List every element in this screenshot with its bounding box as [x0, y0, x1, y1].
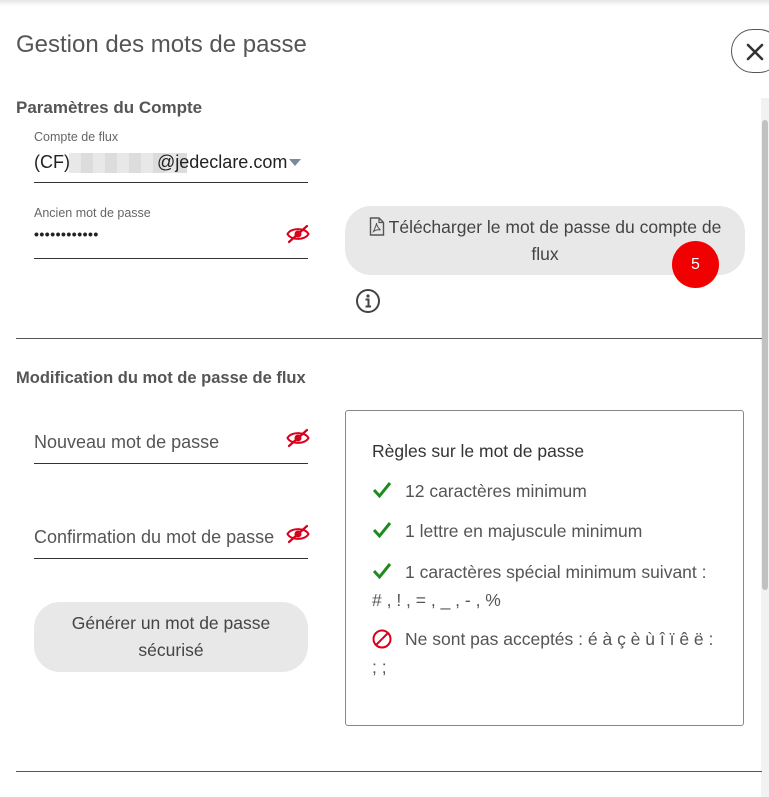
section-divider-bottom — [16, 771, 762, 772]
rule-text: Ne sont pas acceptés : é à ç è ù î ï ê ë… — [405, 629, 714, 649]
rule-text-continued: ; ; — [372, 657, 387, 677]
new-password-input[interactable] — [34, 428, 284, 456]
account-section-title: Paramètres du Compte — [16, 98, 203, 117]
scrollbar-thumb[interactable] — [762, 120, 768, 590]
rule-text-continued: # , ! , = , _ , - , % — [372, 590, 501, 610]
eye-slash-icon[interactable] — [286, 428, 310, 448]
old-password-label: Ancien mot de passe — [34, 206, 151, 220]
generate-password-button[interactable]: Générer un mot de passe sécurisé — [34, 602, 308, 672]
step-badge: 5 — [672, 241, 719, 288]
account-underline — [34, 182, 308, 183]
dialog-title: Gestion des mots de passe — [16, 31, 307, 58]
section-divider — [16, 338, 762, 339]
pdf-file-icon — [369, 216, 384, 236]
check-icon — [372, 563, 392, 580]
account-label: Compte de flux — [34, 130, 119, 144]
eye-slash-icon[interactable] — [286, 224, 310, 244]
account-select[interactable]: (CF) @jedeclare.com — [34, 150, 308, 180]
old-password-field[interactable]: •••••••••••• — [34, 226, 99, 242]
confirm-password-input[interactable] — [34, 523, 284, 551]
rule-item: Ne sont pas acceptés : é à ç è ù î ï ê ë… — [372, 625, 727, 681]
account-domain: @jedeclare.com — [157, 152, 288, 172]
top-shadow — [0, 0, 769, 6]
rule-item: 12 caractères minimum — [372, 477, 727, 505]
info-icon[interactable] — [355, 288, 381, 314]
rules-title: Règles sur le mot de passe — [372, 441, 585, 461]
download-password-label: Télécharger le mot de passe du compte de… — [388, 216, 722, 264]
rule-text: 1 caractères spécial minimum suivant : — [405, 562, 707, 582]
new-password-underline — [34, 463, 308, 464]
chevron-down-icon — [289, 159, 301, 166]
eye-slash-icon[interactable] — [286, 524, 310, 544]
close-icon — [746, 43, 764, 61]
old-password-underline — [34, 258, 308, 259]
password-rules-panel: Règles sur le mot de passe 12 caractères… — [345, 410, 744, 726]
forbidden-icon — [372, 629, 392, 649]
rule-text: 12 caractères minimum — [405, 481, 587, 501]
check-icon — [372, 522, 392, 539]
account-prefix: (CF) — [34, 152, 70, 172]
check-icon — [372, 482, 392, 499]
change-section-title: Modification du mot de passe de flux — [16, 369, 306, 387]
rule-item: 1 lettre en majuscule minimum — [372, 517, 727, 545]
confirm-password-underline — [34, 558, 308, 559]
rule-text: 1 lettre en majuscule minimum — [405, 521, 643, 541]
close-button[interactable] — [731, 29, 769, 73]
rule-item: 1 caractères spécial minimum suivant : #… — [372, 558, 727, 614]
